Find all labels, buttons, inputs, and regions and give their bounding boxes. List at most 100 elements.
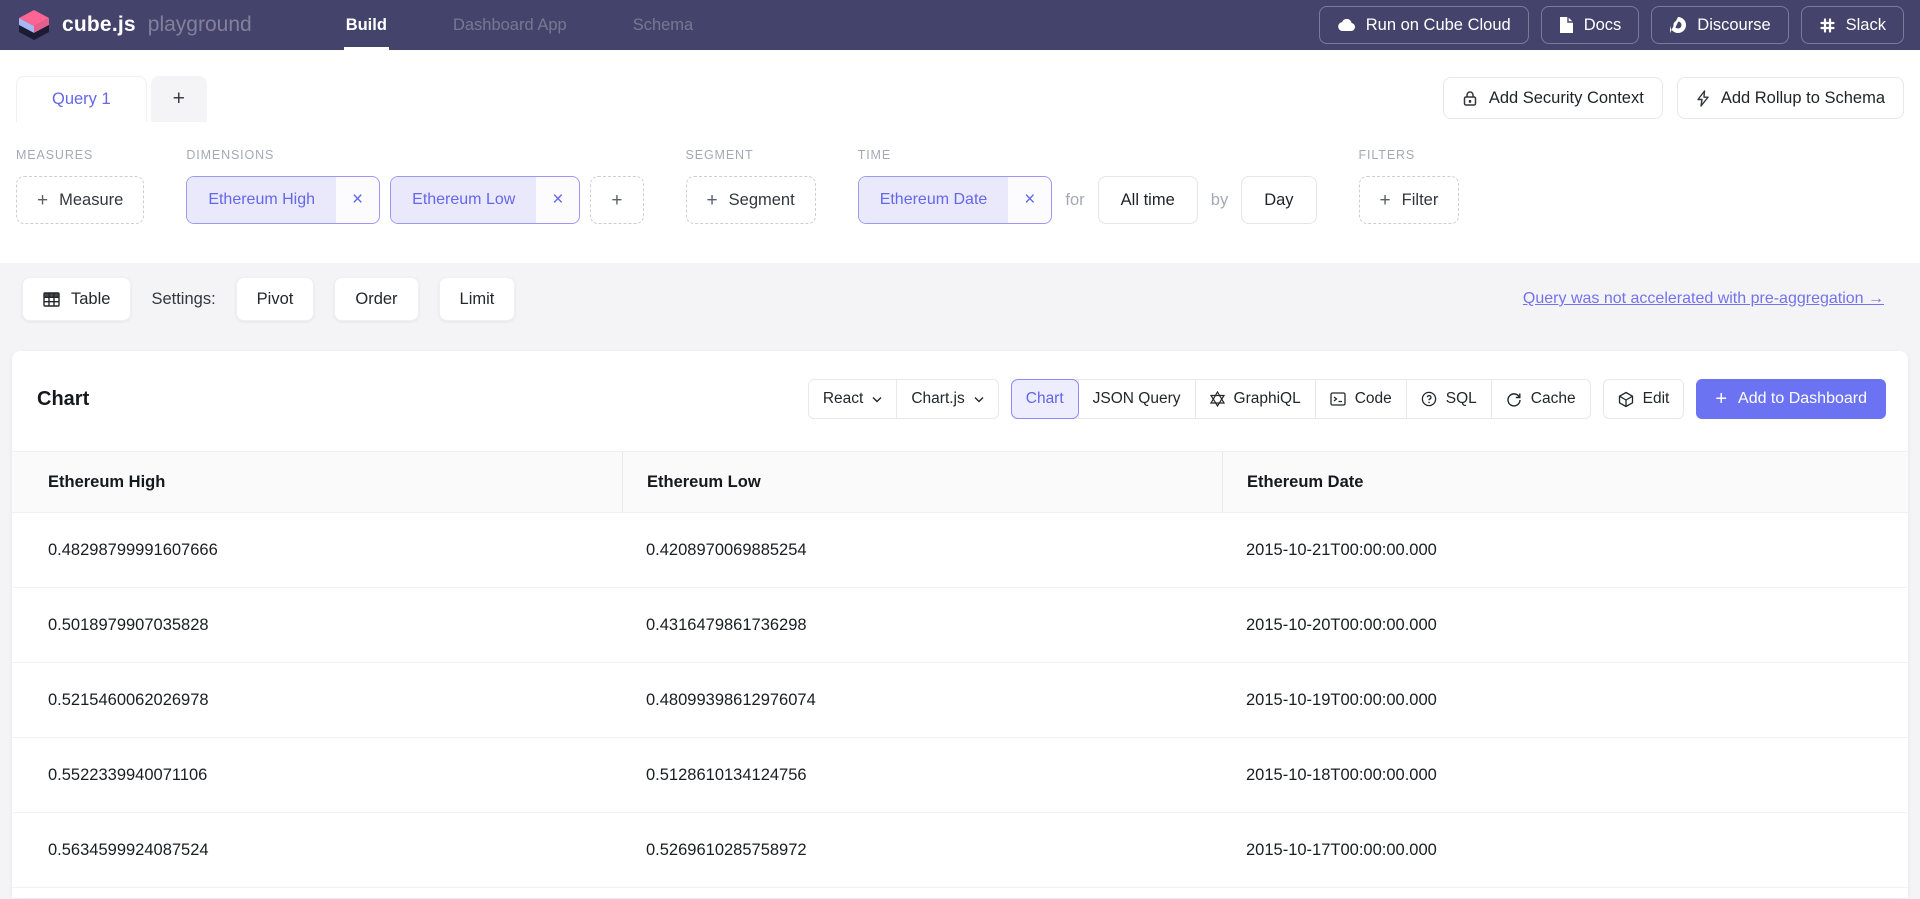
view-tab-json-query[interactable]: JSON Query [1078, 380, 1195, 418]
settings-label: Settings: [151, 290, 215, 309]
view-tab-cache[interactable]: Cache [1491, 380, 1590, 418]
discourse-button[interactable]: Discourse [1651, 6, 1788, 44]
bolt-icon [1696, 90, 1710, 107]
chart-type-table-button[interactable]: Table [22, 277, 131, 321]
slack-icon [1819, 17, 1836, 34]
close-icon[interactable]: × [1008, 177, 1051, 223]
chart-card: Chart React Chart.js Chart JSO [12, 351, 1908, 898]
navbar-tabs: Build Dashboard App Schema [344, 0, 696, 50]
plus-icon: + [1380, 191, 1391, 210]
table-cell: 2015-10-17T00:00:00.000 [1222, 841, 1908, 860]
add-dimension-button[interactable]: + [590, 176, 643, 224]
view-tab-chart[interactable]: Chart [1012, 380, 1078, 418]
measures-group: MEASURES + Measure [16, 148, 144, 224]
graphql-icon [1210, 391, 1225, 407]
close-icon[interactable]: × [536, 177, 579, 223]
view-tab-code[interactable]: Code [1315, 380, 1406, 418]
query-tab-1[interactable]: Query 1 [16, 76, 147, 122]
table-cell: 0.5128610134124756 [622, 766, 1222, 785]
column-header-ethereum-date: Ethereum Date [1222, 452, 1908, 512]
table-cell: 0.5215460062026978 [12, 691, 622, 710]
chart-toolbar: React Chart.js Chart JSON Query [808, 379, 1886, 419]
table-header-row: Ethereum High Ethereum Low Ethereum Date [12, 451, 1908, 513]
strip-actions: Add Security Context Add Rollup to Schem… [1443, 77, 1904, 122]
dimensions-label: DIMENSIONS [186, 148, 643, 162]
segment-label: SEGMENT [686, 148, 816, 162]
add-rollup-to-schema-button[interactable]: Add Rollup to Schema [1677, 77, 1904, 119]
lock-icon [1462, 90, 1478, 107]
table-row: 0.5522339940071106 0.5128610134124756 20… [12, 738, 1908, 813]
add-security-context-button[interactable]: Add Security Context [1443, 77, 1663, 119]
refresh-icon [1506, 391, 1522, 407]
slack-button[interactable]: Slack [1801, 6, 1904, 44]
order-button[interactable]: Order [334, 277, 418, 321]
view-tab-sql[interactable]: SQL [1406, 380, 1491, 418]
table-cell: 2015-10-20T00:00:00.000 [1222, 616, 1908, 635]
filters-group: FILTERS + Filter [1359, 148, 1460, 224]
table-cell: 0.5634599924087524 [12, 841, 622, 860]
table-cell: 0.5018979907035828 [12, 616, 622, 635]
table-row: 0.5018979907035828 0.4316479861736298 20… [12, 588, 1908, 663]
table-row: 0.48298799991607666 0.4208970069885254 2… [12, 513, 1908, 588]
pivot-button[interactable]: Pivot [236, 277, 315, 321]
dimension-chip-ethereum-high[interactable]: Ethereum High × [186, 176, 380, 224]
query-builder: MEASURES + Measure DIMENSIONS Ethereum H… [0, 122, 1920, 263]
column-header-ethereum-high: Ethereum High [12, 452, 622, 512]
chevron-down-icon [974, 396, 984, 403]
date-range-select[interactable]: All time [1098, 176, 1198, 224]
docs-button[interactable]: Docs [1541, 6, 1640, 44]
chevron-down-icon [872, 396, 882, 403]
pre-aggregation-link[interactable]: Query was not accelerated with pre-aggre… [1523, 290, 1884, 308]
segment-group: SEGMENT + Segment [686, 148, 816, 224]
dimensions-group: DIMENSIONS Ethereum High × Ethereum Low … [186, 148, 643, 224]
framework-select[interactable]: React [809, 380, 897, 418]
view-switcher: Chart JSON Query GraphiQL Code [1011, 379, 1591, 419]
table-cell: 0.5269610285758972 [622, 841, 1222, 860]
filters-label: FILTERS [1359, 148, 1460, 162]
add-filter-button[interactable]: + Filter [1359, 176, 1460, 224]
table-row: 0.5634599924087524 0.5269610285758972 20… [12, 813, 1908, 888]
dimension-chip-ethereum-low[interactable]: Ethereum Low × [390, 176, 580, 224]
table-cell: 0.48298799991607666 [12, 541, 622, 560]
add-measure-button[interactable]: + Measure [16, 176, 144, 224]
time-chip-ethereum-date[interactable]: Ethereum Date × [858, 176, 1053, 224]
plus-icon: + [611, 191, 622, 210]
terminal-icon [1330, 392, 1346, 406]
chart-title: Chart [37, 388, 89, 411]
run-on-cube-cloud-button[interactable]: Run on Cube Cloud [1319, 6, 1529, 44]
nav-tab-schema[interactable]: Schema [631, 0, 696, 50]
edit-button[interactable]: Edit [1604, 380, 1684, 418]
table-row: 0.5215460062026978 0.48099398612976074 2… [12, 663, 1908, 738]
navbar-actions: Run on Cube Cloud Docs Discourse Slack [1319, 0, 1904, 50]
add-segment-button[interactable]: + Segment [686, 176, 816, 224]
edit-button-group: Edit [1603, 379, 1685, 419]
table-grid-icon [43, 292, 60, 307]
add-query-tab-button[interactable]: + [151, 76, 207, 122]
library-select[interactable]: Chart.js [896, 380, 997, 418]
view-tab-graphiql[interactable]: GraphiQL [1195, 380, 1315, 418]
column-header-ethereum-low: Ethereum Low [622, 452, 1222, 512]
nav-tab-build[interactable]: Build [344, 0, 389, 50]
plus-icon: + [1715, 389, 1727, 409]
settings-buttons: Pivot Order Limit [236, 277, 516, 321]
table-cell: 0.4316479861736298 [622, 616, 1222, 635]
granularity-select[interactable]: Day [1241, 176, 1316, 224]
settings-bar: Table Settings: Pivot Order Limit Query … [0, 276, 1920, 322]
nav-tab-dashboard-app[interactable]: Dashboard App [451, 0, 569, 50]
add-to-dashboard-button[interactable]: + Add to Dashboard [1696, 379, 1886, 419]
cloud-icon [1337, 18, 1356, 32]
discourse-icon [1669, 16, 1687, 34]
time-label: TIME [858, 148, 1317, 162]
cube-icon [1618, 391, 1634, 408]
by-label: by [1211, 191, 1228, 210]
plus-icon: + [173, 87, 185, 111]
document-icon [1559, 16, 1574, 34]
close-icon[interactable]: × [336, 177, 379, 223]
question-circle-icon [1421, 391, 1437, 407]
brand-suffix: playground [148, 13, 252, 37]
for-label: for [1065, 191, 1084, 210]
table-cell: 0.48099398612976074 [622, 691, 1222, 710]
table-cell: 2015-10-21T00:00:00.000 [1222, 541, 1908, 560]
limit-button[interactable]: Limit [439, 277, 516, 321]
brand-name: cube.js [62, 13, 136, 37]
